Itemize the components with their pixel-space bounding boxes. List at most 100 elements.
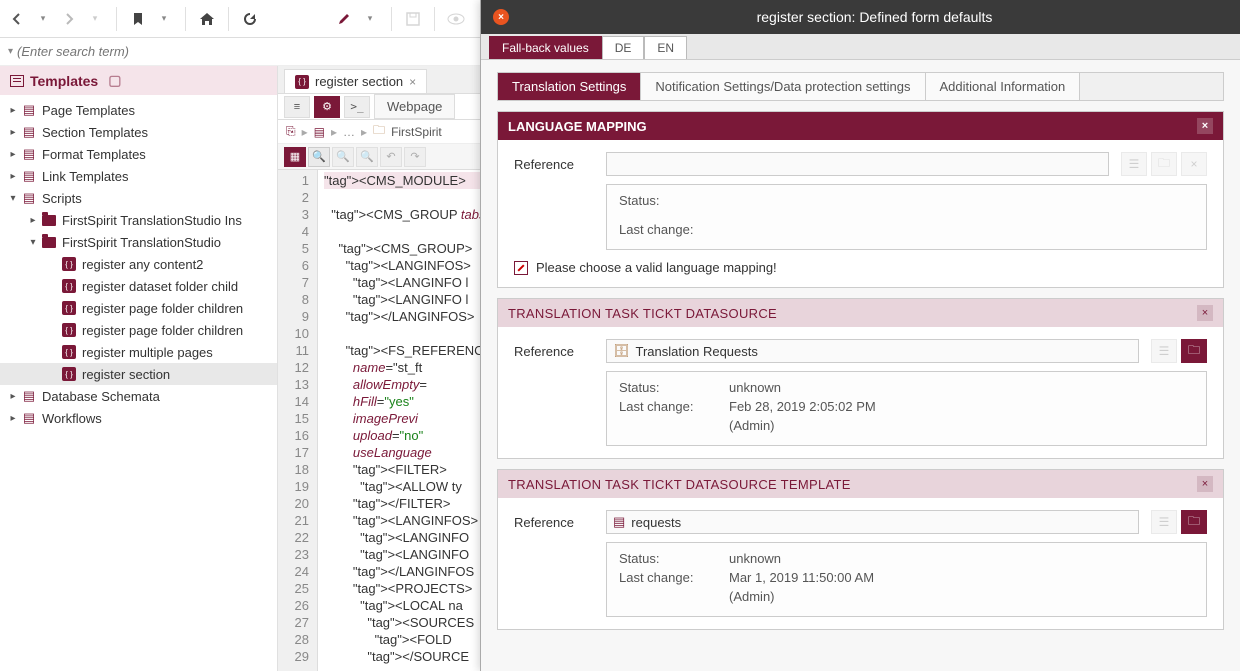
forward-icon [60,10,78,28]
dialog: × register section: Defined form default… [480,0,1240,671]
tool-search-icon[interactable]: 🔍 [308,147,330,167]
bookmark-more-icon[interactable]: ▾ [155,10,173,28]
panel-header: LANGUAGE MAPPING × [498,112,1223,140]
status-label: Status: [619,193,709,208]
bc-list-icon[interactable]: ▤ [314,125,325,139]
tree-toggle-icon[interactable]: ▸ [26,215,40,226]
tool-btn-3[interactable]: 🔍 [332,147,354,167]
tree-toggle-icon[interactable]: ▸ [6,105,20,116]
close-icon[interactable]: × [409,75,416,89]
back-more-icon[interactable]: ▾ [34,10,52,28]
subtab-list-icon[interactable]: ≡ [284,96,310,118]
tree-row[interactable]: { } register multiple pages [0,341,277,363]
dialog-titlebar: × register section: Defined form default… [481,0,1240,34]
lang-tab-fallback[interactable]: Fall-back values [489,36,602,59]
tree-label: Database Schemata [42,389,160,404]
script-icon: { } [60,366,78,382]
tree-row[interactable]: ▸▤Link Templates [0,165,277,187]
ref-pick-icon[interactable]: ☰ [1151,510,1177,534]
ref-browse-icon[interactable]: 🗀 [1181,510,1207,534]
subtab-form-icon[interactable]: ⚙ [314,96,340,118]
tree-row[interactable]: ▸▤Database Schemata [0,385,277,407]
tree-label: register any content2 [82,257,203,272]
tree-row[interactable]: ▸▤Page Templates [0,99,277,121]
panel-task-template: TRANSLATION TASK TICKT DATASOURCE TEMPLA… [497,469,1224,630]
reference-input[interactable]: 🗄 Translation Requests [606,339,1139,363]
subtab-webpage[interactable]: Webpage [374,94,455,119]
tree-row[interactable]: ▸▤Workflows [0,407,277,429]
tool-btn-5[interactable]: ↶ [380,147,402,167]
tool-btn-4[interactable]: 🔍 [356,147,378,167]
refresh-icon[interactable] [241,10,259,28]
tree-row[interactable]: { }register dataset folder child [0,275,277,297]
tree-toggle-icon[interactable]: ▾ [6,193,20,204]
reference-input[interactable]: ▤ requests [606,510,1139,534]
script-icon: { } [60,344,78,360]
tree-row[interactable]: { }register page folder children [0,319,277,341]
warning-row: Please choose a valid language mapping! [514,260,1207,275]
dialog-body: Translation Settings Notification Settin… [481,60,1240,671]
ref-pick-icon[interactable]: ☰ [1151,339,1177,363]
tree-row[interactable]: ▾▤Scripts [0,187,277,209]
tree-row[interactable]: ▸▤Section Templates [0,121,277,143]
lastchange-value: Feb 28, 2019 2:05:02 PM [729,399,876,414]
dialog-title: register section: Defined form defaults [521,9,1228,25]
home-icon[interactable] [198,10,216,28]
status-label: Status: [619,380,709,395]
tree-toggle-icon[interactable]: ▸ [6,391,20,402]
database-icon: 🗄 [613,343,630,359]
tree-row[interactable]: ▸▤Format Templates [0,143,277,165]
edit-more-icon[interactable]: ▾ [361,10,379,28]
lastchange-label: Last change: [619,399,709,414]
tree-row[interactable]: ▾FirstSpirit TranslationStudio [0,231,277,253]
warning-icon [514,261,528,275]
tree-toggle-icon[interactable]: ▾ [26,237,40,248]
tool-run-icon[interactable]: ▦ [284,147,306,167]
lang-tab-en[interactable]: EN [644,36,687,59]
window-close-icon[interactable]: × [493,9,509,25]
bc-icon[interactable]: ⎘ [286,124,296,139]
search-dropdown-icon[interactable]: ▾ [8,46,13,57]
code-lines[interactable]: "tag"><CMS_MODULE> "tag"><CMS_GROUP tabs… [318,170,502,671]
reference-label: Reference [514,157,594,172]
tree-toggle-icon[interactable]: ▸ [6,127,20,138]
tab-translation-settings[interactable]: Translation Settings [498,73,641,100]
tree-toggle-icon[interactable]: ▸ [6,171,20,182]
tab-additional-info[interactable]: Additional Information [926,73,1081,100]
tree-row[interactable]: { }register any content2 [0,253,277,275]
warning-text: Please choose a valid language mapping! [536,260,777,275]
tree-label: Section Templates [42,125,148,140]
panel-close-icon[interactable]: × [1197,118,1213,134]
tree-toggle-icon[interactable]: ▸ [6,413,20,424]
tool-btn-6[interactable]: ↷ [404,147,426,167]
panel-close-icon[interactable]: × [1197,305,1213,321]
tree-label: FirstSpirit TranslationStudio Ins [62,213,242,228]
reference-input[interactable] [606,152,1109,176]
ref-pick-icon: ☰ [1121,152,1147,176]
sidebar-header: Templates ▢ [0,66,277,95]
ref-browse-icon[interactable]: 🗀 [1181,339,1207,363]
tree-label: Workflows [42,411,102,426]
status-box: Status: unknown Last change: Mar 1, 2019… [606,542,1207,617]
tree-label: register page folder children [82,301,243,316]
tree-label: register multiple pages [82,345,213,360]
bookmark-icon[interactable] [129,10,147,28]
tree-toggle-icon[interactable]: ▸ [6,149,20,160]
panel-close-icon[interactable]: × [1197,476,1213,492]
tree-row[interactable]: ▸ FirstSpirit TranslationStudio Ins [0,209,277,231]
script-icon: { } [60,300,78,316]
status-box: Status: unknown Last change: Feb 28, 201… [606,371,1207,446]
tab-notification-settings[interactable]: Notification Settings/Data protection se… [641,73,925,100]
editor-tab[interactable]: { } register section × [284,69,427,93]
language-tabs: Fall-back values DE EN [481,34,1240,60]
lastchange-label: Last change: [619,222,709,237]
sidebar-collapse-icon[interactable]: ▢ [108,72,121,89]
lastchange-user: (Admin) [729,589,775,604]
back-icon[interactable] [8,10,26,28]
tree-row[interactable]: { } register page folder children [0,297,277,319]
subtab-code-icon[interactable]: >_ [344,96,370,118]
list-icon: ▤ [20,102,38,118]
lang-tab-de[interactable]: DE [602,36,645,59]
tree-row[interactable]: { }register section [0,363,277,385]
edit-icon[interactable] [335,10,353,28]
